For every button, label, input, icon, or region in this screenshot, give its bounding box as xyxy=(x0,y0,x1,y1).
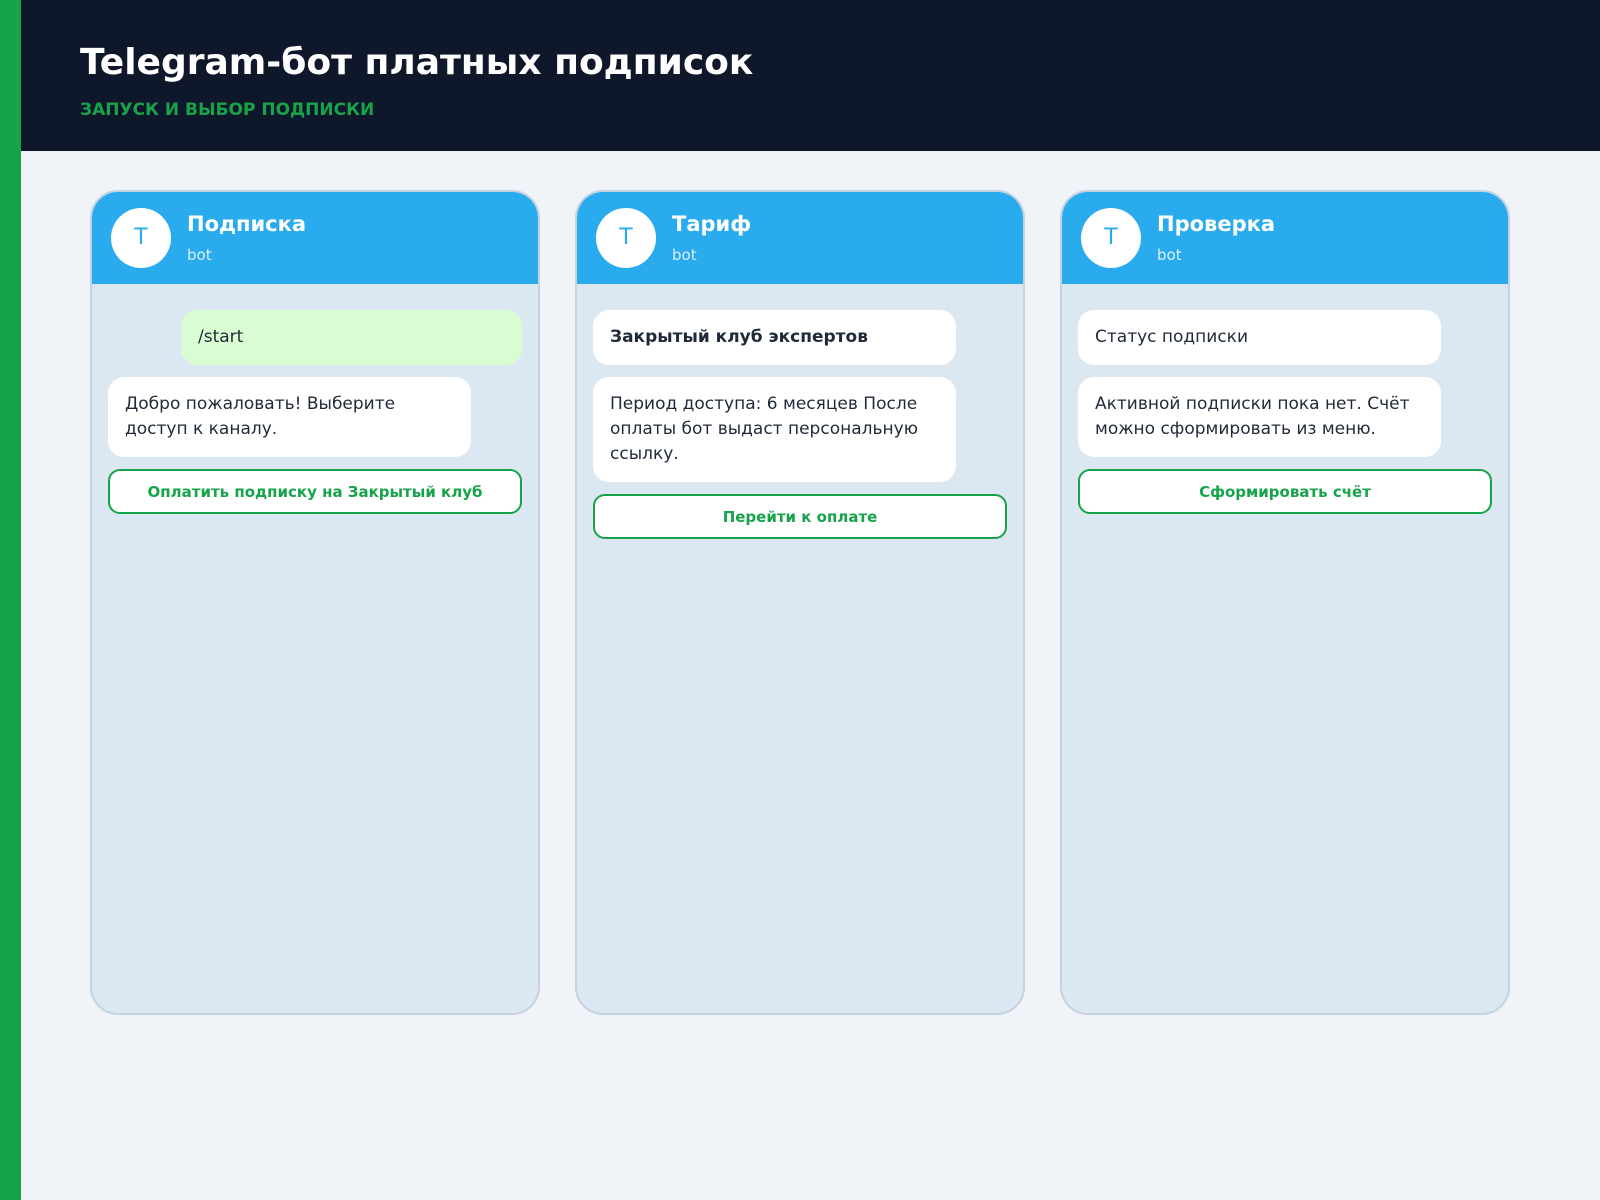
bot-avatar: T xyxy=(1081,208,1141,268)
chat-messages: /start Добро пожаловать! Выберите доступ… xyxy=(108,310,522,514)
page-title: Telegram-бот платных подписок xyxy=(80,42,754,83)
chat-name: Тариф xyxy=(672,212,752,236)
chat-header: T Подписка bot xyxy=(92,192,538,284)
chat-status: bot xyxy=(1157,246,1182,264)
chat-name: Подписка xyxy=(187,212,307,236)
accent-stripe xyxy=(0,0,21,1200)
chat-name: Проверка xyxy=(1157,212,1276,236)
pay-subscription-button[interactable]: Оплатить подписку на Закрытый клуб xyxy=(108,469,522,514)
page-header: Telegram-бот платных подписок ЗАПУСК И В… xyxy=(21,0,1600,151)
chat-panel-subscription: T Подписка bot /start Добро пожаловать! … xyxy=(90,190,540,1015)
chat-messages: Закрытый клуб экспертов Период доступа: … xyxy=(593,310,1007,539)
chat-panel-tariff: T Тариф bot Закрытый клуб экспертов Пери… xyxy=(575,190,1025,1015)
incoming-message: Период доступа: 6 месяцев После оплаты б… xyxy=(593,377,956,482)
chat-header: T Тариф bot xyxy=(577,192,1023,284)
bot-avatar: T xyxy=(111,208,171,268)
chat-status: bot xyxy=(187,246,212,264)
page-subtitle: ЗАПУСК И ВЫБОР ПОДПИСКИ xyxy=(80,100,375,120)
incoming-message: Активной подписки пока нет. Счёт можно с… xyxy=(1078,377,1441,457)
incoming-message: Статус подписки xyxy=(1078,310,1441,365)
chat-status: bot xyxy=(672,246,697,264)
chat-messages: Статус подписки Активной подписки пока н… xyxy=(1078,310,1492,514)
chat-panel-check: T Проверка bot Статус подписки Активной … xyxy=(1060,190,1510,1015)
go-to-payment-button[interactable]: Перейти к оплате xyxy=(593,494,1007,539)
create-invoice-button[interactable]: Сформировать счёт xyxy=(1078,469,1492,514)
incoming-message: Добро пожаловать! Выберите доступ к кана… xyxy=(108,377,471,457)
chat-header: T Проверка bot xyxy=(1062,192,1508,284)
outgoing-message: /start xyxy=(181,310,522,365)
bot-avatar: T xyxy=(596,208,656,268)
incoming-message: Закрытый клуб экспертов xyxy=(593,310,956,365)
